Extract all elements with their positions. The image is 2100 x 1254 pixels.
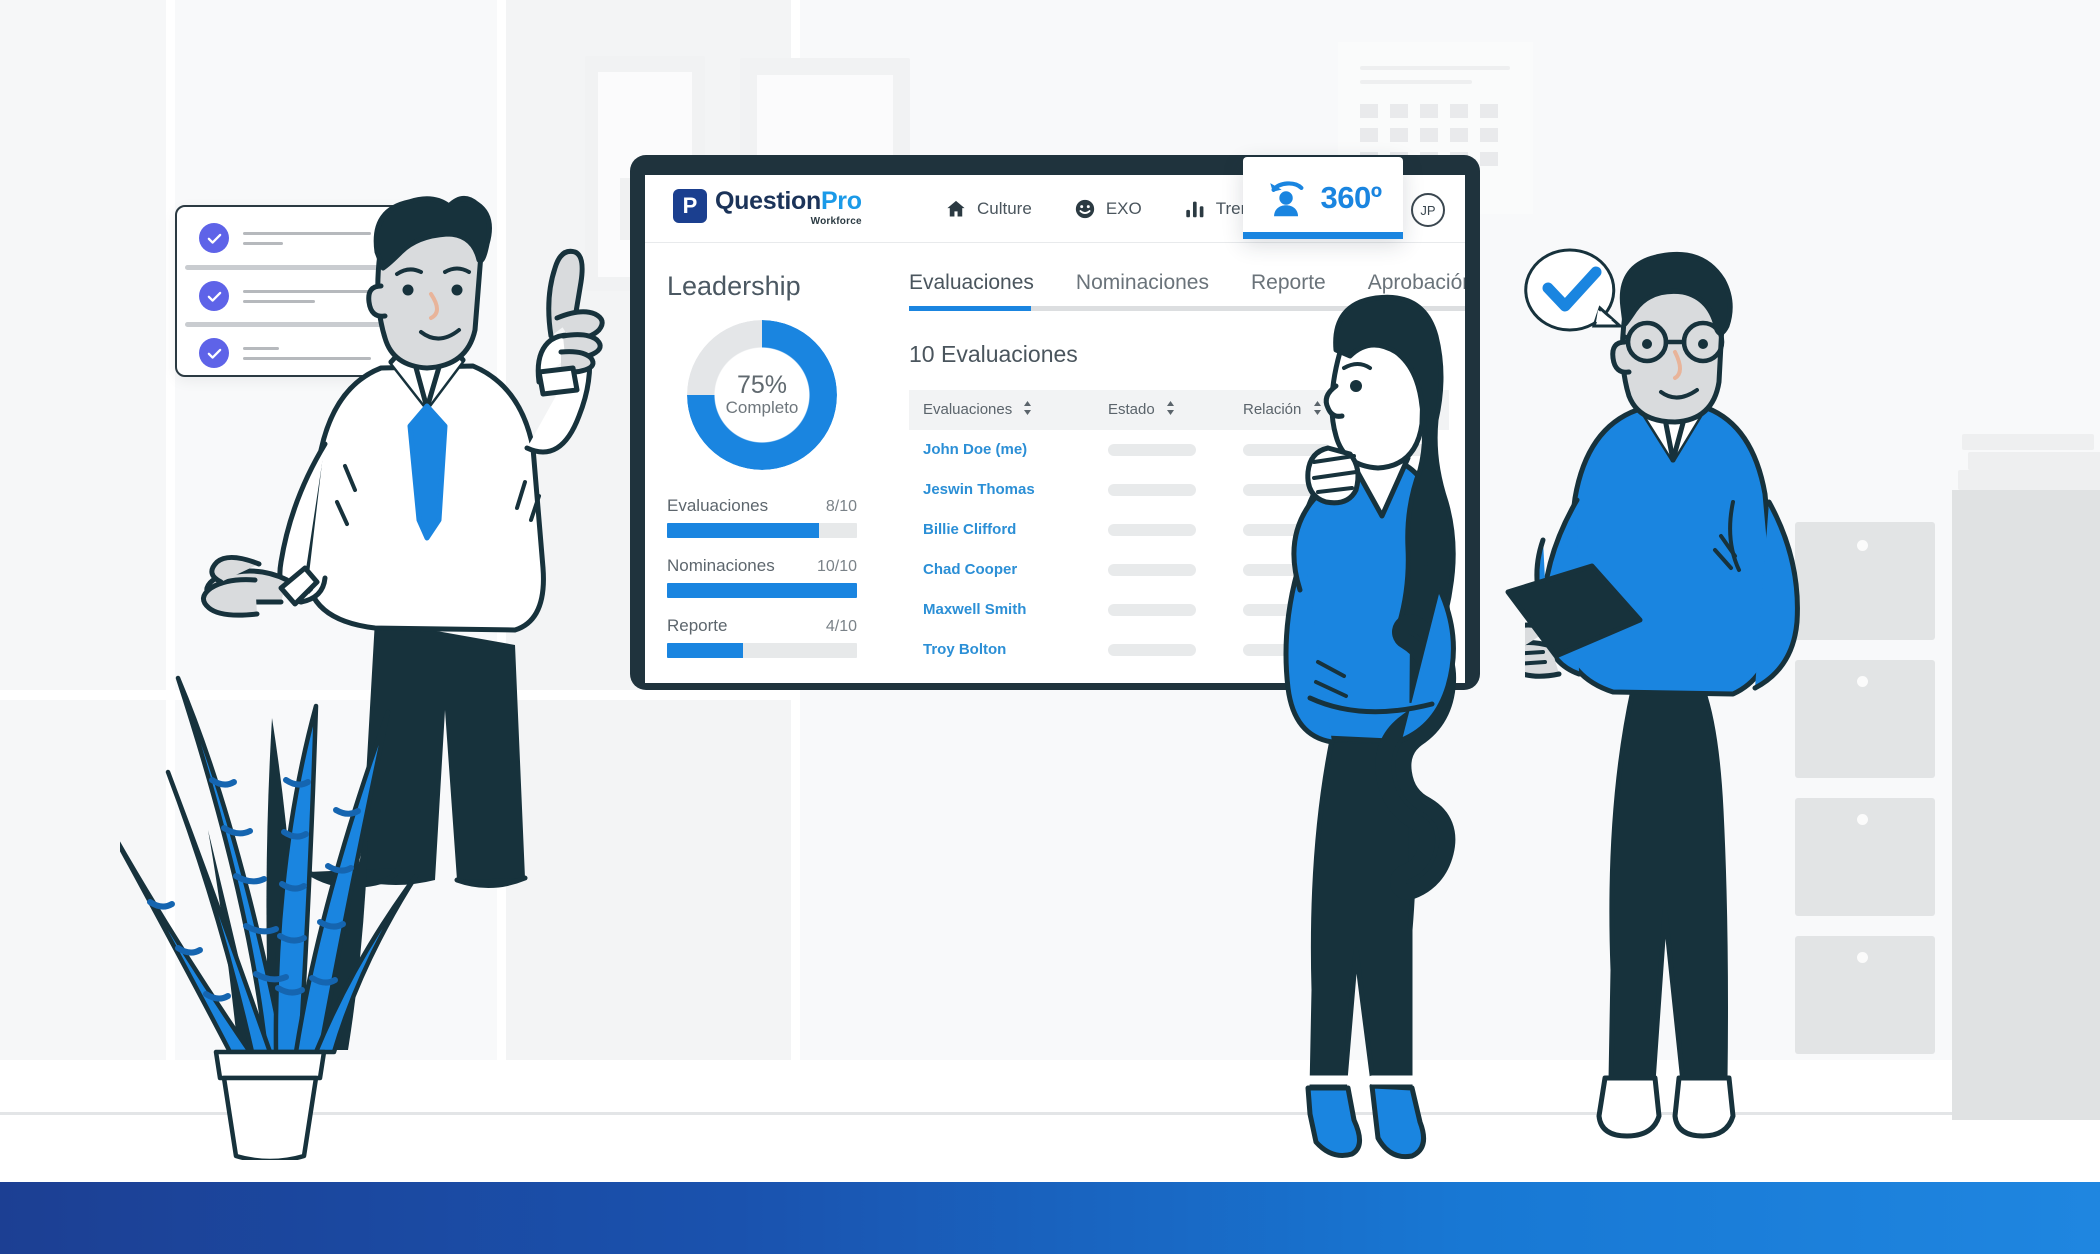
cabinet-knob-1 — [1857, 540, 1868, 551]
progress-nominaciones: Nominaciones 10/10 — [667, 556, 857, 598]
progress-track — [667, 583, 857, 598]
illustration-canvas: P QuestionPro Workforce Culture EXO Tren… — [0, 0, 2100, 1254]
badge-360-label: 360º — [1320, 180, 1382, 215]
badge-360[interactable]: 360º — [1243, 157, 1403, 239]
cell-placeholder — [1108, 644, 1196, 657]
progress-evaluaciones: Evaluaciones 8/10 — [667, 496, 857, 538]
cell-placeholder — [1108, 484, 1196, 497]
row-name-link[interactable]: Maxwell Smith — [923, 601, 1026, 618]
progress-reporte: Reporte 4/10 — [667, 616, 857, 658]
avatar-initials: JP — [1420, 202, 1436, 218]
paper-stack-2 — [1968, 452, 2100, 470]
cell-placeholder — [1108, 604, 1196, 617]
sort-icon — [1023, 401, 1032, 419]
tab-underline-active — [909, 306, 1031, 311]
row-name-link[interactable]: Troy Bolton — [923, 641, 1006, 658]
footer-bar — [0, 1182, 2100, 1254]
cabinet-knob-4 — [1857, 952, 1868, 963]
avatar[interactable]: JP — [1411, 193, 1445, 227]
progress-value: 8/10 — [825, 498, 857, 515]
nav-item-culture[interactable]: Culture — [945, 198, 1032, 220]
paper-stack-1 — [1962, 434, 2094, 450]
cell-placeholder — [1108, 524, 1196, 537]
progress-track — [667, 523, 857, 538]
column-header-evaluaciones[interactable]: Evaluaciones — [909, 390, 1094, 431]
nav-label-exo: EXO — [1105, 199, 1142, 218]
row-name-link[interactable]: John Doe (me) — [923, 441, 1027, 458]
donut-caption: Completo — [725, 398, 799, 418]
tab-nominaciones[interactable]: Nominaciones — [1076, 271, 1209, 311]
tab-evaluaciones[interactable]: Evaluaciones — [909, 271, 1034, 311]
nav-label-culture: Culture — [977, 199, 1032, 218]
list-title: 10 Evaluaciones — [909, 341, 1078, 367]
progress-fill — [667, 583, 857, 598]
column-label: Estado — [1108, 401, 1155, 418]
cell-placeholder — [1108, 444, 1196, 457]
plant-snake-plant — [120, 675, 419, 1160]
person-rotate-icon — [1264, 175, 1310, 221]
row-name-link[interactable]: Billie Clifford — [923, 521, 1016, 538]
row-name-link[interactable]: Jeswin Thomas — [923, 481, 1035, 498]
logo-subtitle: Workforce — [810, 216, 862, 227]
bar-chart-icon — [1184, 198, 1206, 220]
donut-percent: 75% — [736, 370, 788, 399]
progress-value: 10/10 — [816, 558, 857, 575]
tablet-device — [1505, 563, 1643, 659]
badge-360-underline — [1243, 232, 1403, 239]
cabinet-tall — [1952, 490, 2100, 1120]
progress-track — [667, 643, 857, 658]
sort-icon — [1166, 401, 1175, 419]
column-header-estado[interactable]: Estado — [1094, 390, 1229, 431]
app-logo[interactable]: P QuestionPro Workforce — [673, 189, 862, 227]
logo-name-secondary: Pro — [820, 187, 862, 215]
main-nav: Culture EXO Trends — [945, 175, 1268, 243]
wall-board-line-2 — [1360, 80, 1472, 84]
progress-value: 4/10 — [825, 618, 857, 635]
cabinet-knob-2 — [1857, 676, 1868, 687]
home-icon — [945, 198, 967, 220]
speech-bubble-check — [1524, 248, 1624, 332]
character-man-with-tablet — [1525, 251, 1800, 1139]
column-label: Evaluaciones — [923, 401, 1013, 418]
wall-board-line-1 — [1360, 66, 1510, 70]
page-title: Leadership — [667, 271, 801, 301]
nav-item-exo[interactable]: EXO — [1074, 198, 1142, 220]
completion-donut-chart: 75% Completo — [687, 320, 837, 470]
paper-stack-3 — [1958, 470, 2100, 490]
logo-name-primary: Question — [715, 187, 821, 215]
cabinet-knob-3 — [1857, 814, 1868, 825]
row-name-link[interactable]: Chad Cooper — [923, 561, 1017, 578]
cell-placeholder — [1108, 564, 1196, 577]
smiley-icon — [1074, 198, 1096, 220]
character-woman — [1283, 294, 1457, 1160]
